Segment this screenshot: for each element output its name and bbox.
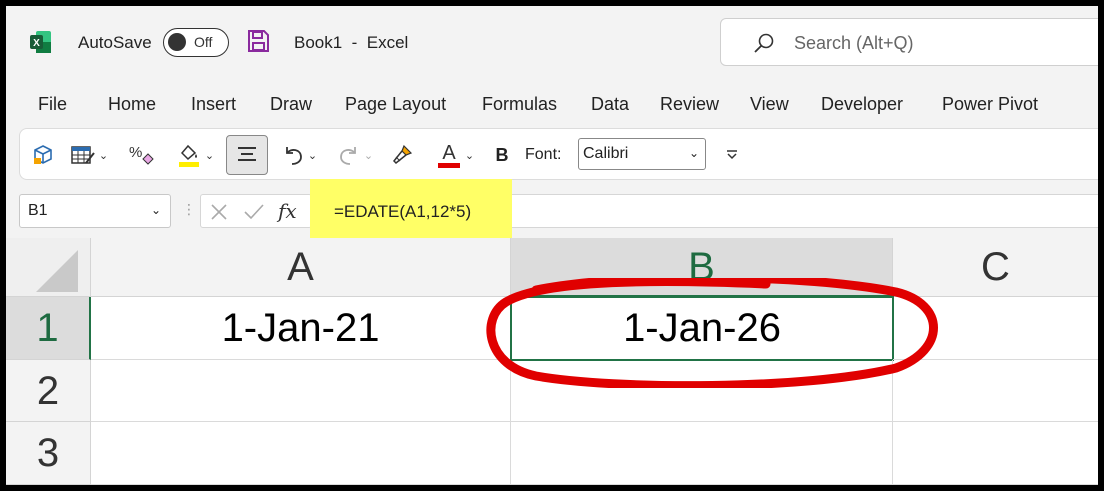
select-all-button[interactable] bbox=[6, 238, 91, 297]
menu-draw[interactable]: Draw bbox=[270, 94, 312, 115]
enter-check-icon[interactable] bbox=[243, 202, 265, 222]
menu-page-layout[interactable]: Page Layout bbox=[345, 94, 446, 115]
chevron-down-icon: ⌄ bbox=[688, 146, 699, 160]
chevron-down-icon: ⌄ bbox=[307, 149, 318, 162]
column-header-c[interactable]: C bbox=[893, 238, 1098, 297]
menu-home[interactable]: Home bbox=[108, 94, 156, 115]
autosave-label: AutoSave bbox=[78, 33, 152, 52]
column-header-b[interactable]: B bbox=[511, 238, 893, 297]
redo-button[interactable]: ⌄ bbox=[332, 137, 378, 173]
menu-power-pivot[interactable]: Power Pivot bbox=[942, 94, 1038, 115]
title-bar: X AutoSave Off Book1 - Excel Search (Alt… bbox=[6, 6, 1098, 76]
menu-data[interactable]: Data bbox=[591, 94, 629, 115]
font-family-select[interactable]: Calibri ⌄ bbox=[578, 138, 706, 170]
cell-b2[interactable] bbox=[511, 360, 893, 422]
formula-bar-splitter[interactable]: ⋮ bbox=[182, 201, 196, 218]
autosave-state: Off bbox=[194, 34, 213, 50]
fill-color-icon bbox=[178, 144, 199, 167]
cell-a3[interactable] bbox=[91, 422, 511, 485]
chevron-down-icon: ⌄ bbox=[464, 149, 475, 162]
undo-button[interactable]: ⌄ bbox=[276, 137, 322, 173]
chevron-down-icon: ⌄ bbox=[150, 203, 161, 217]
menu-review[interactable]: Review bbox=[660, 94, 719, 115]
percent-style-button[interactable]: % bbox=[124, 137, 158, 173]
cell-c1[interactable] bbox=[893, 297, 1098, 360]
formula-text[interactable]: =EDATE(A1,12*5) bbox=[334, 202, 471, 222]
insert-function-icon[interactable]: fx bbox=[278, 199, 297, 223]
font-color-button[interactable]: A ⌄ bbox=[430, 137, 480, 173]
menu-view[interactable]: View bbox=[750, 94, 789, 115]
customize-toolbar-icon bbox=[727, 150, 737, 160]
cell-c2[interactable] bbox=[893, 360, 1098, 422]
autosave-toggle[interactable]: Off bbox=[163, 28, 229, 57]
chevron-down-icon: ⌄ bbox=[363, 149, 374, 162]
undo-icon bbox=[285, 147, 302, 165]
cell-b1[interactable]: 1-Jan-26 bbox=[510, 296, 894, 361]
cell-b3[interactable] bbox=[511, 422, 893, 485]
row-header-1[interactable]: 1 bbox=[6, 297, 91, 360]
font-color-letter: A bbox=[442, 142, 456, 164]
name-box-value: B1 bbox=[28, 202, 48, 219]
cancel-icon[interactable] bbox=[209, 202, 229, 222]
menu-file[interactable]: File bbox=[38, 94, 67, 115]
toggle-knob bbox=[168, 33, 186, 51]
menu-formulas[interactable]: Formulas bbox=[482, 94, 557, 115]
font-label: Font: bbox=[525, 146, 562, 163]
3d-models-icon bbox=[34, 145, 52, 164]
chevron-down-icon: ⌄ bbox=[98, 149, 109, 162]
formula-bar-buttons: fx bbox=[200, 194, 312, 228]
row-header-2[interactable]: 2 bbox=[6, 360, 91, 422]
3d-models-button[interactable] bbox=[28, 137, 58, 173]
format-painter-button[interactable] bbox=[386, 137, 418, 173]
excel-logo-icon[interactable]: X bbox=[30, 30, 52, 54]
format-painter-icon bbox=[392, 144, 413, 165]
ribbon-toolbar: ⌄ % ⌄ ⌄ ⌄ A ⌄ B Font: Calibri ⌄ bbox=[19, 128, 1098, 180]
search-placeholder: Search (Alt+Q) bbox=[794, 33, 914, 53]
chevron-down-icon: ⌄ bbox=[204, 149, 215, 162]
row-header-3[interactable]: 3 bbox=[6, 422, 91, 485]
select-all-triangle-icon bbox=[36, 250, 78, 292]
menu-developer[interactable]: Developer bbox=[821, 94, 903, 115]
search-box[interactable]: Search (Alt+Q) bbox=[720, 18, 1098, 66]
bold-button[interactable]: B bbox=[488, 137, 516, 173]
document-title: Book1 - Excel bbox=[294, 33, 409, 52]
svg-text:X: X bbox=[33, 38, 40, 49]
column-header-a[interactable]: A bbox=[91, 238, 511, 297]
align-center-button[interactable] bbox=[226, 135, 268, 175]
menu-bar: File Home Insert Draw Page Layout Formul… bbox=[6, 90, 1098, 120]
fill-color-button[interactable]: ⌄ bbox=[172, 137, 218, 173]
redo-icon bbox=[339, 147, 356, 165]
excel-window: X AutoSave Off Book1 - Excel Search (Alt… bbox=[6, 6, 1098, 485]
search-icon bbox=[754, 33, 774, 53]
menu-insert[interactable]: Insert bbox=[191, 94, 236, 115]
cell-a2[interactable] bbox=[91, 360, 511, 422]
font-family-value: Calibri bbox=[583, 145, 629, 162]
font-color-icon: A bbox=[437, 142, 460, 168]
cell-a1[interactable]: 1-Jan-21 bbox=[91, 297, 511, 360]
worksheet-grid: A B C 1 2 3 1-Jan-21 1-Jan-26 bbox=[6, 238, 1098, 485]
align-center-icon bbox=[238, 147, 256, 161]
svg-text:%: % bbox=[129, 144, 142, 161]
cell-c3[interactable] bbox=[893, 422, 1098, 485]
format-as-table-button[interactable]: ⌄ bbox=[64, 137, 114, 173]
customize-toolbar-button[interactable] bbox=[718, 137, 746, 173]
format-as-table-icon bbox=[71, 146, 95, 164]
percent-style-icon: % bbox=[129, 144, 154, 165]
name-box[interactable]: B1 ⌄ bbox=[19, 194, 171, 228]
save-icon[interactable] bbox=[246, 29, 270, 53]
